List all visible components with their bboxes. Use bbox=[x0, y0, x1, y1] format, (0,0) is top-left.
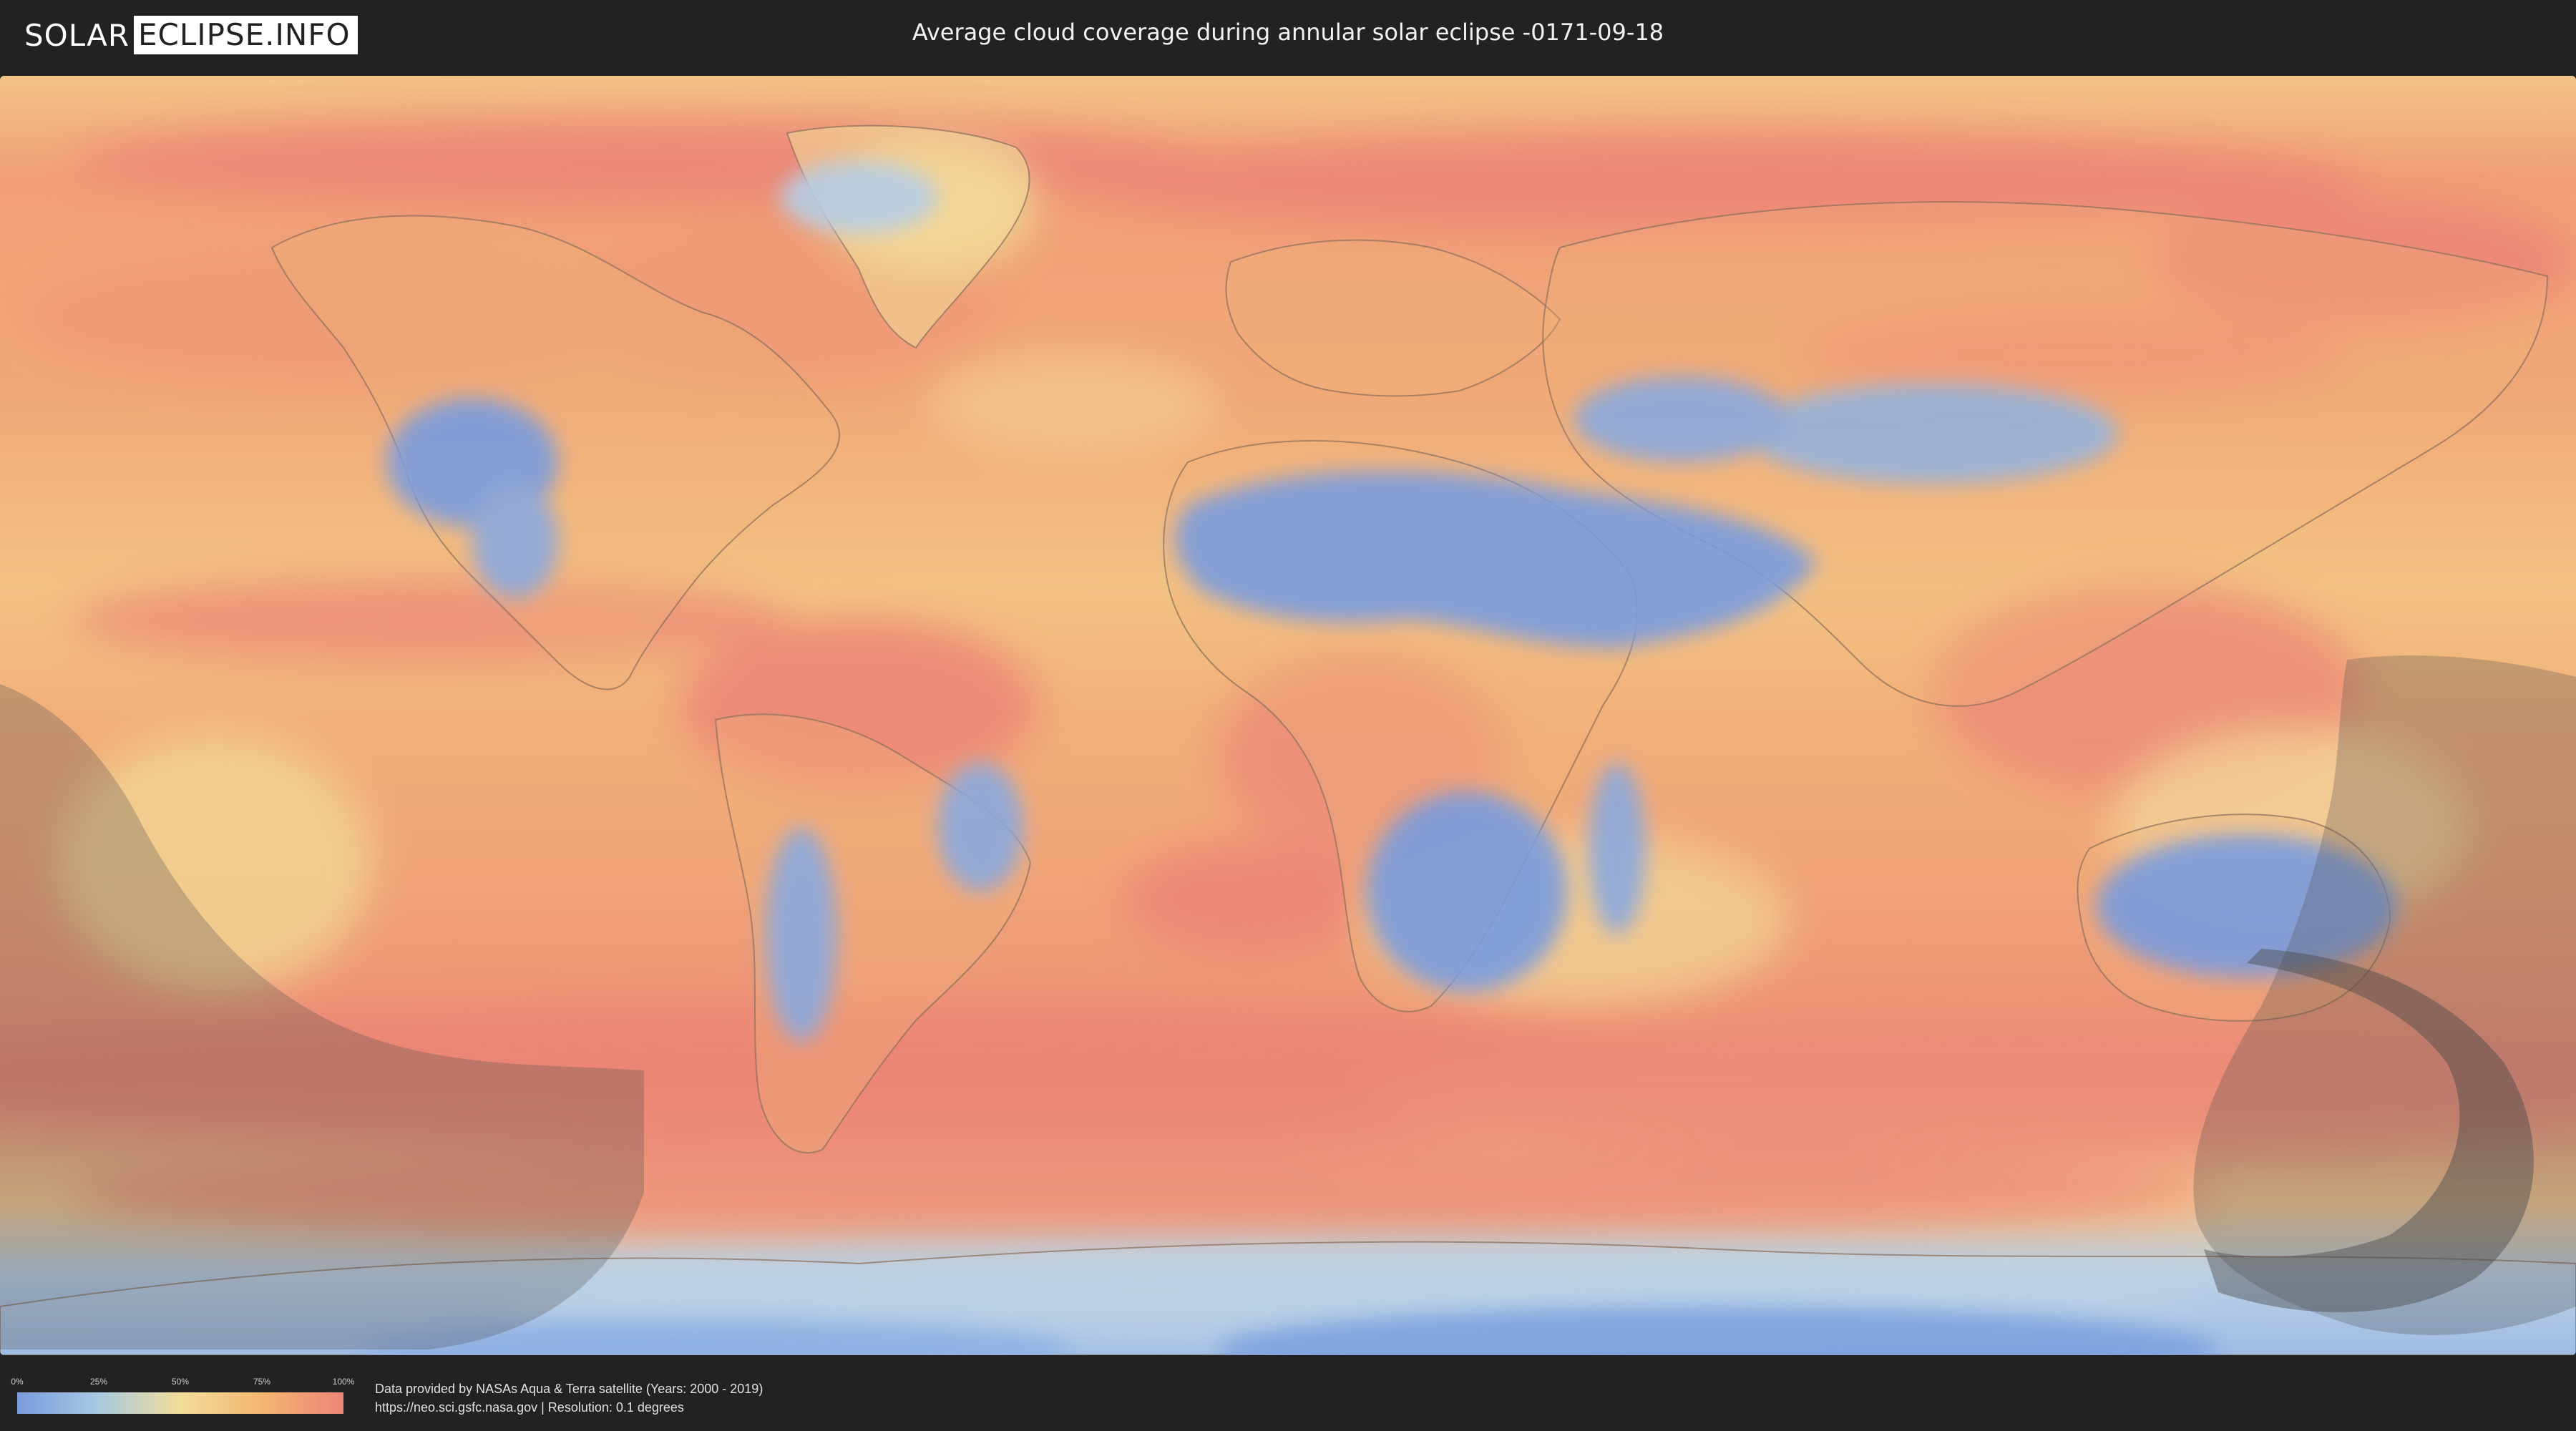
footer-bar: 0% 25% 50% 75% 100% Data provided by NAS… bbox=[0, 1359, 2576, 1431]
data-credit: Data provided by NASAs Aqua & Terra sate… bbox=[375, 1379, 763, 1417]
cloud-coverage-legend: 0% 25% 50% 75% 100% bbox=[11, 1377, 354, 1414]
cloud-coverage-map[interactable] bbox=[0, 76, 2576, 1355]
header-bar: SOLAR ECLIPSE.INFO Average cloud coverag… bbox=[0, 0, 2576, 72]
legend-color-bar bbox=[17, 1392, 343, 1414]
legend-tick-25: 25% bbox=[89, 1377, 108, 1387]
legend-tick-75: 75% bbox=[253, 1377, 271, 1387]
map-svg bbox=[0, 76, 2576, 1355]
page: SOLAR ECLIPSE.INFO Average cloud coverag… bbox=[0, 0, 2576, 1431]
legend-tick-50: 50% bbox=[171, 1377, 190, 1387]
legend-ticks: 0% 25% 50% 75% 100% bbox=[11, 1377, 354, 1390]
legend-tick-100: 100% bbox=[332, 1377, 355, 1387]
credit-line-resolution[interactable]: https://neo.sci.gsfc.nasa.gov | Resoluti… bbox=[375, 1398, 763, 1417]
legend-tick-0: 0% bbox=[11, 1377, 24, 1387]
page-title: Average cloud coverage during annular so… bbox=[912, 19, 1664, 46]
credit-line-source: Data provided by NASAs Aqua & Terra sate… bbox=[375, 1382, 763, 1396]
